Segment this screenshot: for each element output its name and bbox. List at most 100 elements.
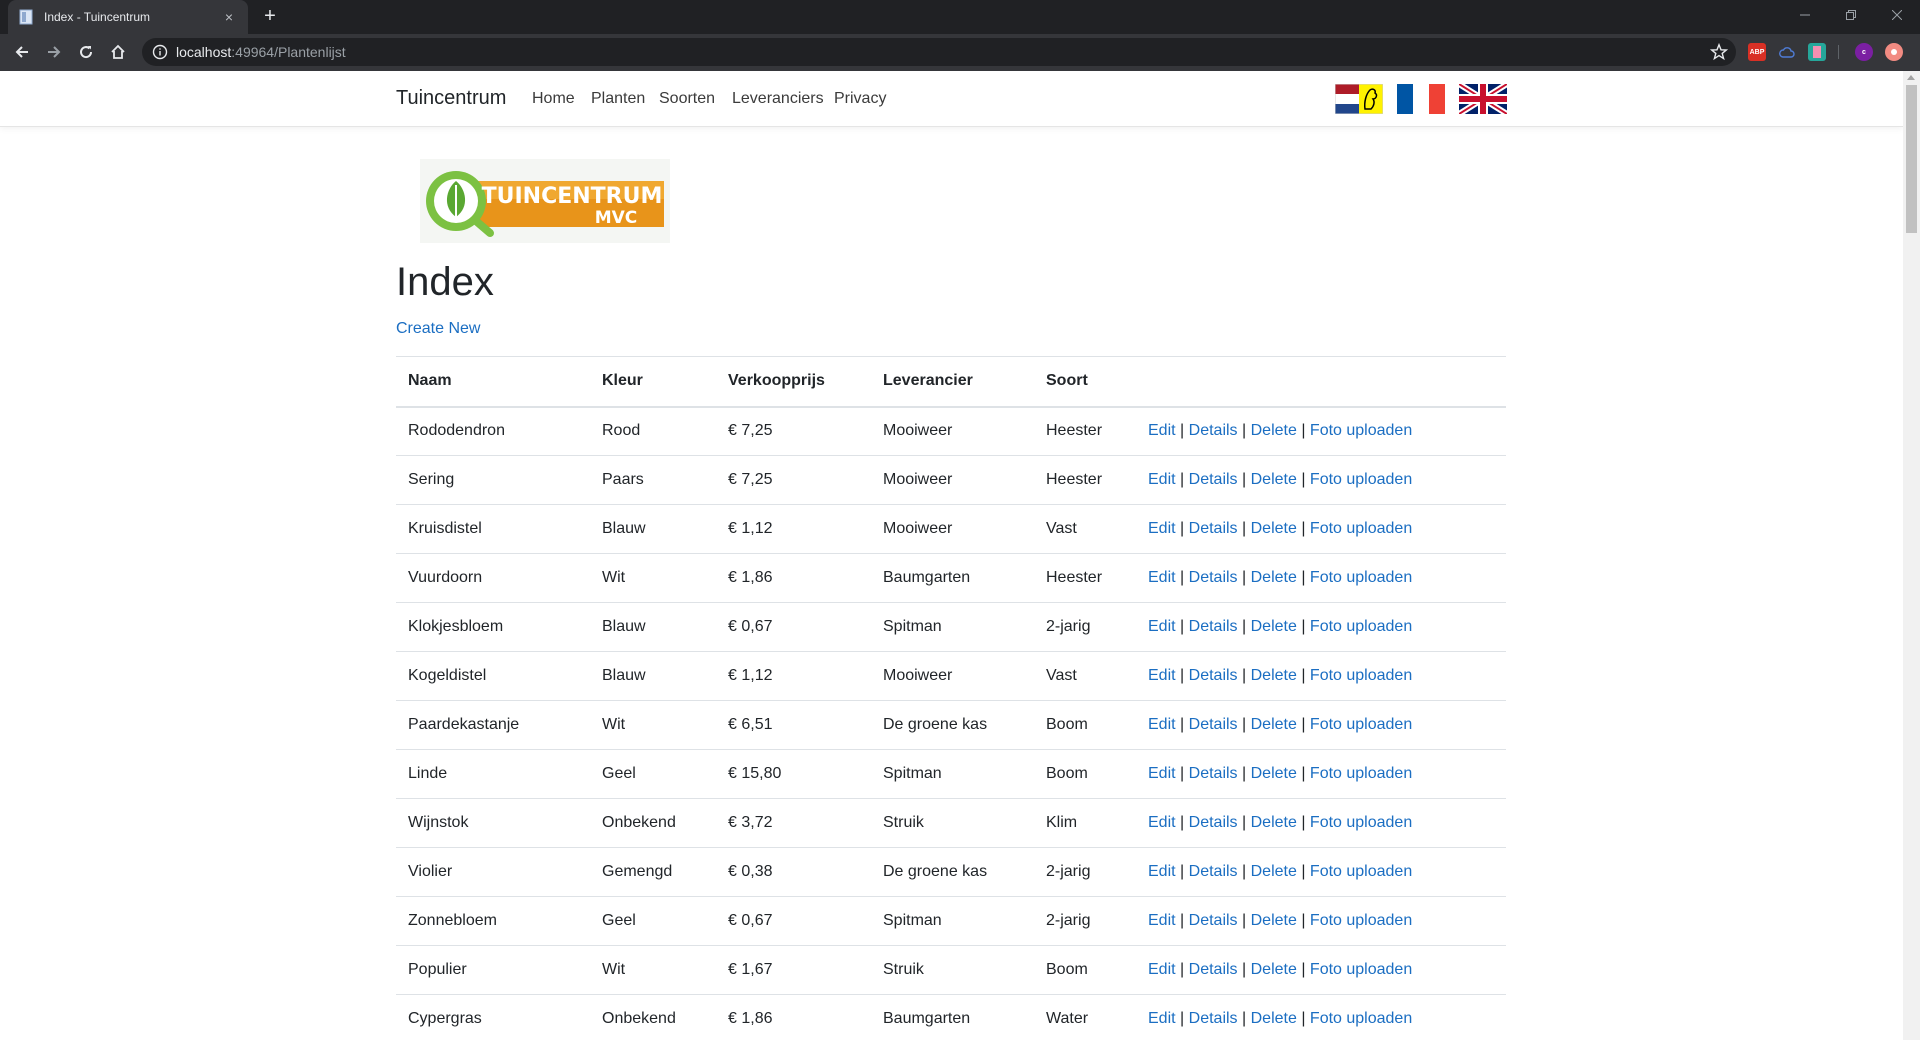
toolbar-divider — [1838, 45, 1839, 59]
table-row: Populier Wit € 1,67 Struik Boom Edit | Detail… — [396, 945, 1506, 995]
nav-link-home[interactable]: Home — [532, 90, 575, 108]
site-navbar: Tuincentrum Home Planten Soorten Leveran… — [0, 71, 1903, 127]
home-icon[interactable] — [104, 38, 132, 66]
details-link[interactable]: Details — [1189, 1010, 1238, 1027]
delete-link[interactable]: Delete — [1251, 961, 1297, 978]
restore-icon[interactable] — [1828, 0, 1874, 30]
delete-link[interactable]: Delete — [1251, 618, 1297, 635]
edit-link[interactable]: Edit — [1148, 912, 1176, 929]
edit-link[interactable]: Edit — [1148, 520, 1176, 537]
reload-icon[interactable] — [72, 38, 100, 66]
extension-tile-icon[interactable] — [1808, 43, 1826, 61]
edit-link[interactable]: Edit — [1148, 422, 1176, 439]
nav-link-leveranciers[interactable]: Leveranciers — [732, 90, 824, 108]
delete-link[interactable]: Delete — [1251, 1010, 1297, 1027]
new-tab-button[interactable]: + — [258, 5, 282, 29]
close-window-icon[interactable] — [1874, 0, 1920, 30]
foto-uploaden-link[interactable]: Foto uploaden — [1310, 961, 1412, 978]
address-bar[interactable]: localhost:49964/Plantenlijst — [142, 38, 1736, 66]
cell-verkoopprijs: € 7,25 — [716, 406, 871, 456]
details-link[interactable]: Details — [1189, 912, 1238, 929]
foto-uploaden-link[interactable]: Foto uploaden — [1310, 1010, 1412, 1027]
foto-uploaden-link[interactable]: Foto uploaden — [1310, 667, 1412, 684]
flag-fr-icon[interactable] — [1397, 84, 1445, 114]
forward-icon[interactable] — [40, 38, 68, 66]
details-link[interactable]: Details — [1189, 716, 1238, 733]
edit-link[interactable]: Edit — [1148, 618, 1176, 635]
back-icon[interactable] — [8, 38, 36, 66]
details-link[interactable]: Details — [1189, 814, 1238, 831]
details-link[interactable]: Details — [1189, 618, 1238, 635]
cell-soort: 2-jarig — [1034, 602, 1136, 652]
header-soort: Soort — [1034, 356, 1136, 408]
edit-link[interactable]: Edit — [1148, 716, 1176, 733]
cell-actions: Edit | Details | Delete | Foto uploaden — [1136, 455, 1506, 505]
adblock-icon[interactable]: ABP — [1748, 43, 1766, 61]
details-link[interactable]: Details — [1189, 961, 1238, 978]
foto-uploaden-link[interactable]: Foto uploaden — [1310, 569, 1412, 586]
delete-link[interactable]: Delete — [1251, 569, 1297, 586]
delete-link[interactable]: Delete — [1251, 765, 1297, 782]
delete-link[interactable]: Delete — [1251, 716, 1297, 733]
edit-link[interactable]: Edit — [1148, 1010, 1176, 1027]
foto-uploaden-link[interactable]: Foto uploaden — [1310, 814, 1412, 831]
flag-uk-icon[interactable] — [1459, 84, 1507, 114]
edit-link[interactable]: Edit — [1148, 863, 1176, 880]
details-link[interactable]: Details — [1189, 863, 1238, 880]
nav-link-privacy[interactable]: Privacy — [834, 90, 886, 108]
delete-link[interactable]: Delete — [1251, 471, 1297, 488]
details-link[interactable]: Details — [1189, 520, 1238, 537]
logo-text-mvc: MVC — [595, 208, 638, 228]
scroll-thumb[interactable] — [1906, 85, 1917, 233]
tab-close-icon[interactable]: × — [220, 9, 238, 25]
foto-uploaden-link[interactable]: Foto uploaden — [1310, 765, 1412, 782]
info-icon[interactable] — [152, 44, 168, 60]
cell-soort: Klim — [1034, 798, 1136, 848]
edit-link[interactable]: Edit — [1148, 471, 1176, 488]
details-link[interactable]: Details — [1189, 569, 1238, 586]
navbar-brand[interactable]: Tuincentrum — [396, 87, 506, 110]
details-link[interactable]: Details — [1189, 471, 1238, 488]
page-scrollbar[interactable] — [1903, 71, 1920, 1040]
action-separator: | — [1180, 1010, 1185, 1028]
edit-link[interactable]: Edit — [1148, 667, 1176, 684]
action-separator: | — [1242, 765, 1247, 782]
foto-uploaden-link[interactable]: Foto uploaden — [1310, 422, 1412, 439]
foto-uploaden-link[interactable]: Foto uploaden — [1310, 471, 1412, 488]
delete-link[interactable]: Delete — [1251, 520, 1297, 537]
minimize-icon[interactable] — [1782, 0, 1828, 30]
scroll-up-arrow-icon[interactable] — [1907, 75, 1915, 80]
bookmark-star-icon[interactable] — [1710, 43, 1728, 61]
delete-link[interactable]: Delete — [1251, 422, 1297, 439]
edit-link[interactable]: Edit — [1148, 961, 1176, 978]
action-separator: | — [1180, 814, 1185, 831]
details-link[interactable]: Details — [1189, 667, 1238, 684]
cell-kleur: Blauw — [590, 504, 716, 554]
delete-link[interactable]: Delete — [1251, 863, 1297, 880]
nav-link-soorten[interactable]: Soorten — [659, 90, 715, 108]
edit-link[interactable]: Edit — [1148, 765, 1176, 782]
tuincentrum-logo: TUINCENTRUM MVC — [420, 159, 670, 243]
edit-link[interactable]: Edit — [1148, 814, 1176, 831]
delete-link[interactable]: Delete — [1251, 912, 1297, 929]
edit-link[interactable]: Edit — [1148, 569, 1176, 586]
create-new-link[interactable]: Create New — [396, 320, 480, 338]
profile-avatar[interactable]: c — [1855, 43, 1873, 61]
nav-link-planten[interactable]: Planten — [591, 90, 645, 108]
details-link[interactable]: Details — [1189, 422, 1238, 439]
foto-uploaden-link[interactable]: Foto uploaden — [1310, 618, 1412, 635]
flag-nl-icon[interactable] — [1335, 84, 1383, 114]
details-link[interactable]: Details — [1189, 765, 1238, 782]
extension-flower-icon[interactable] — [1885, 43, 1903, 61]
foto-uploaden-link[interactable]: Foto uploaden — [1310, 520, 1412, 537]
delete-link[interactable]: Delete — [1251, 667, 1297, 684]
action-separator: | — [1301, 863, 1306, 880]
header-leverancier: Leverancier — [871, 356, 1034, 408]
foto-uploaden-link[interactable]: Foto uploaden — [1310, 716, 1412, 733]
foto-uploaden-link[interactable]: Foto uploaden — [1310, 912, 1412, 929]
cell-kleur: Paars — [590, 455, 716, 505]
delete-link[interactable]: Delete — [1251, 814, 1297, 831]
browser-tab[interactable]: Index - Tuincentrum × — [8, 0, 248, 34]
foto-uploaden-link[interactable]: Foto uploaden — [1310, 863, 1412, 880]
extension-cloud-icon[interactable] — [1778, 43, 1796, 61]
